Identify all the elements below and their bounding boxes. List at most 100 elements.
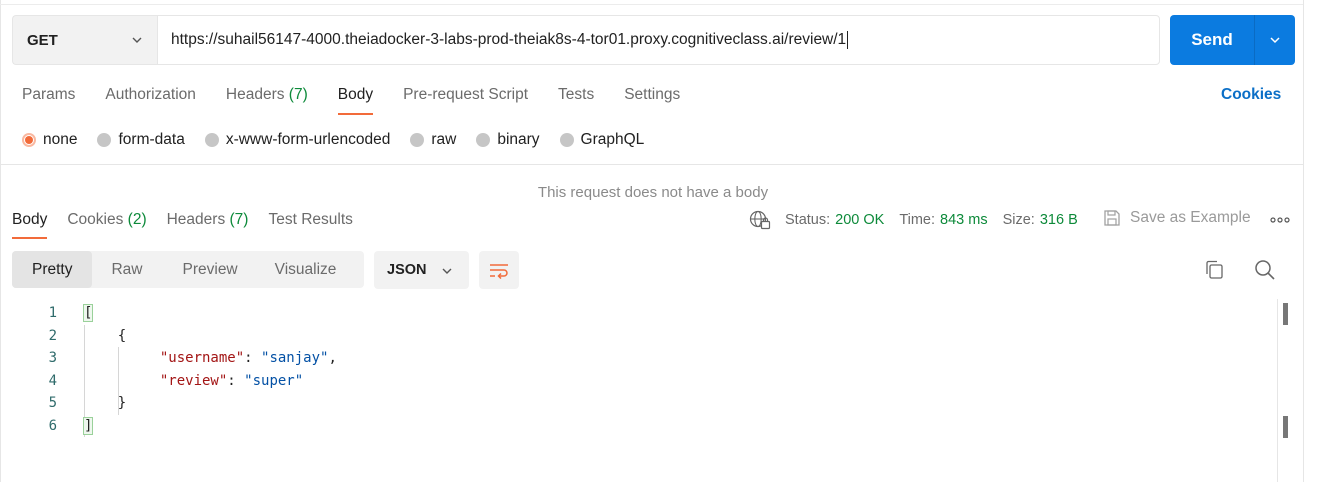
view-raw-button[interactable]: Raw [111, 251, 142, 288]
radio-binary-label: binary [497, 131, 540, 148]
method-label: GET [27, 31, 58, 49]
response-tab-headers-label: Headers [166, 211, 226, 228]
wrap-lines-button[interactable] [479, 251, 519, 289]
code-line: 5 } [0, 392, 1276, 415]
tab-headers[interactable]: Headers (7) [226, 86, 308, 106]
frame-top-border [0, 4, 1304, 5]
tab-prerequest-script[interactable]: Pre-request Script [403, 86, 528, 106]
code-line: 4 "review": "super" [0, 370, 1276, 393]
tab-params[interactable]: Params [22, 86, 75, 106]
send-label: Send [1191, 30, 1233, 49]
line-number: 2 [48, 327, 57, 344]
cookies-link[interactable]: Cookies [1221, 86, 1281, 104]
radio-urlencoded-label: x-www-form-urlencoded [225, 131, 391, 148]
status-label: Status: [785, 212, 831, 228]
wrap-lines-icon [490, 264, 508, 279]
code-content: { [84, 325, 126, 348]
section-divider [0, 164, 1304, 165]
status-value[interactable]: 200 OK [835, 212, 884, 228]
url-input[interactable]: https://suhail56147-4000.theiadocker-3-l… [157, 15, 1160, 65]
tab-tests[interactable]: Tests [558, 86, 594, 106]
editor-scrollbar[interactable] [1277, 299, 1278, 482]
cookies-count: (2) [127, 211, 147, 228]
radio-unselected-icon [476, 133, 491, 147]
radio-binary[interactable]: binary [476, 131, 540, 149]
response-tab-headers[interactable]: Headers (7) [167, 211, 249, 229]
tab-authorization[interactable]: Authorization [105, 86, 195, 106]
send-options-button[interactable] [1255, 34, 1295, 46]
view-mode-segmented: Pretty Raw Preview Visualize [12, 251, 364, 288]
tab-body[interactable]: Body [337, 86, 374, 115]
body-type-radios: none form-data x-www-form-urlencoded raw… [22, 131, 664, 149]
radio-form-data-label: form-data [118, 131, 185, 148]
view-preview-button[interactable]: Preview [183, 251, 238, 288]
code-line: 3 "username": "sanjay", [0, 347, 1276, 370]
tab-settings[interactable]: Settings [624, 86, 680, 106]
headers-count: (7) [288, 86, 308, 103]
response-tabs: Body Cookies (2) Headers (7) Test Result… [12, 211, 373, 239]
radio-raw[interactable]: raw [410, 131, 456, 149]
response-status-bar: Status: 200 OK Time: 843 ms Size: 316 B [749, 210, 1093, 230]
radio-unselected-icon [559, 133, 574, 147]
radio-form-data[interactable]: form-data [97, 131, 185, 149]
time-value[interactable]: 843 ms [940, 212, 988, 228]
text-cursor [847, 31, 849, 49]
close-bracket: ] [82, 416, 94, 435]
no-body-text: This request does not have a body [537, 184, 769, 200]
time-label: Time: [899, 212, 936, 228]
size-label: Size: [1002, 212, 1035, 228]
radio-graphql-label: GraphQL [580, 131, 645, 148]
save-as-example-button[interactable]: Save as Example [1103, 209, 1251, 227]
copy-icon[interactable] [1205, 260, 1225, 280]
search-icon[interactable] [1254, 259, 1276, 281]
view-pretty-button[interactable]: Pretty [12, 251, 93, 288]
radio-none-label: none [43, 131, 78, 148]
code-line: 1 [ [0, 302, 1276, 325]
code-content: "username": "sanjay", [159, 350, 337, 367]
radio-unselected-icon [97, 133, 112, 147]
tab-headers-label: Headers [225, 86, 285, 103]
line-number: 1 [48, 305, 57, 321]
chevron-down-icon [442, 268, 452, 274]
view-visualize-button[interactable]: Visualize [275, 251, 337, 288]
line-number: 3 [48, 350, 57, 367]
radio-selected-icon [22, 133, 36, 147]
no-body-message: This request does not have a body [0, 184, 1304, 200]
code-content: [ [82, 302, 94, 325]
code-content: ] [82, 415, 94, 438]
radio-graphql[interactable]: GraphQL [559, 131, 645, 149]
code-line: 2 { [0, 325, 1276, 348]
radio-raw-label: raw [431, 131, 457, 148]
format-label: JSON [387, 262, 427, 278]
response-body-editor[interactable]: 1 [ 2 { 3 "username": "sanjay", 4 "revie… [0, 302, 1276, 438]
chevron-down-icon [132, 37, 142, 43]
line-number: 4 [48, 372, 57, 389]
radio-unselected-icon [410, 133, 425, 147]
more-options-icon[interactable] [1270, 212, 1290, 226]
request-tabs: Params Authorization Headers (7) Body Pr… [22, 86, 710, 115]
line-number: 6 [48, 417, 57, 434]
save-as-example-label: Save as Example [1130, 209, 1251, 226]
json-value: "super" [244, 372, 304, 389]
close-brace: } [117, 395, 127, 412]
url-text: https://suhail56147-4000.theiadocker-3-l… [171, 31, 847, 48]
format-select[interactable]: JSON [374, 251, 469, 289]
size-value[interactable]: 316 B [1040, 212, 1078, 228]
chevron-down-icon [1270, 37, 1280, 44]
globe-lock-icon[interactable] [749, 210, 771, 230]
response-tab-body[interactable]: Body [12, 211, 48, 239]
code-line: 6 ] [0, 415, 1276, 438]
json-key: "username" [159, 350, 245, 367]
scrollbar-marker [1283, 303, 1288, 325]
response-tab-cookies-label: Cookies [67, 211, 124, 228]
method-select[interactable]: GET [12, 15, 157, 65]
response-tab-test-results[interactable]: Test Results [268, 211, 352, 229]
response-tab-cookies[interactable]: Cookies (2) [67, 211, 146, 229]
code-content: "review": "super" [159, 372, 304, 389]
code-content: } [84, 392, 126, 415]
radio-none[interactable]: none [22, 131, 77, 149]
radio-urlencoded[interactable]: x-www-form-urlencoded [204, 131, 391, 149]
scrollbar-marker [1283, 416, 1288, 438]
open-brace: { [117, 327, 127, 344]
send-button[interactable]: Send [1170, 15, 1295, 65]
